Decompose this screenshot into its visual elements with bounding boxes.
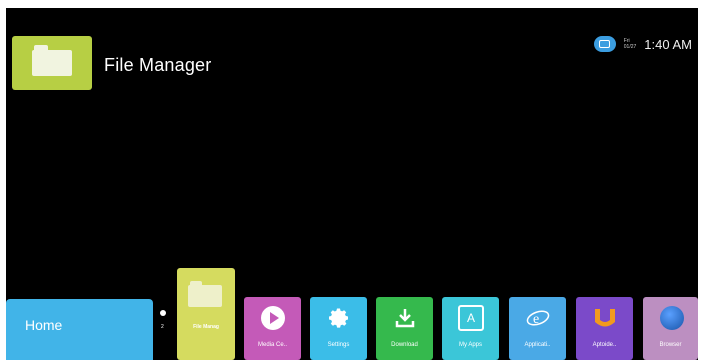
date-text: Fri 01/27 bbox=[623, 38, 637, 50]
app-tile-download[interactable]: Download bbox=[376, 297, 433, 360]
folder-icon bbox=[188, 281, 222, 307]
featured-label: File Manag bbox=[193, 324, 219, 330]
home-tile[interactable]: Home bbox=[6, 299, 153, 360]
home-label: Home bbox=[25, 317, 63, 333]
globe-icon bbox=[659, 305, 685, 331]
app-tile-media-center[interactable]: Media Ce.. bbox=[244, 297, 301, 360]
apps-icon: A bbox=[458, 305, 484, 331]
app-label: My Apps bbox=[458, 342, 482, 348]
featured-file-manager-tile[interactable]: File Manag bbox=[177, 268, 235, 360]
app-tile-settings[interactable]: Settings bbox=[310, 297, 367, 360]
app-tile-aptoide[interactable]: Aptoide.. bbox=[576, 297, 633, 360]
app-tile-my-apps[interactable]: A My Apps bbox=[442, 297, 499, 360]
download-icon bbox=[392, 305, 418, 331]
application-icon: e bbox=[525, 305, 551, 331]
app-label: Browser bbox=[659, 342, 682, 348]
app-tile-applications[interactable]: e Applicati.. bbox=[509, 297, 566, 360]
app-label: Settings bbox=[327, 342, 350, 348]
page-indicator: 2 bbox=[158, 310, 168, 340]
app-label: Media Ce.. bbox=[257, 342, 287, 348]
tv-screen: File Manager Fri 01/27 1:40 AM Home 2 Fi… bbox=[6, 8, 698, 360]
page-dot bbox=[160, 310, 166, 316]
date-display: Fri 01/27 bbox=[624, 38, 637, 50]
aptoide-icon bbox=[592, 305, 618, 331]
network-icon bbox=[593, 36, 616, 52]
page-count: 2 bbox=[161, 324, 164, 330]
gear-icon bbox=[326, 305, 352, 331]
file-manager-app-icon bbox=[12, 36, 92, 90]
svg-text:e: e bbox=[533, 312, 539, 327]
app-title: File Manager bbox=[104, 55, 212, 75]
app-tile-browser[interactable]: Browser bbox=[643, 297, 698, 360]
app-label: Aptoide.. bbox=[592, 342, 617, 348]
status-bar: Fri 01/27 1:40 AM bbox=[593, 36, 692, 52]
play-icon bbox=[260, 305, 286, 331]
folder-icon bbox=[32, 45, 72, 76]
app-label: Download bbox=[391, 342, 418, 348]
app-label: Applicati.. bbox=[524, 342, 551, 348]
clock: 1:40 AM bbox=[644, 36, 692, 52]
